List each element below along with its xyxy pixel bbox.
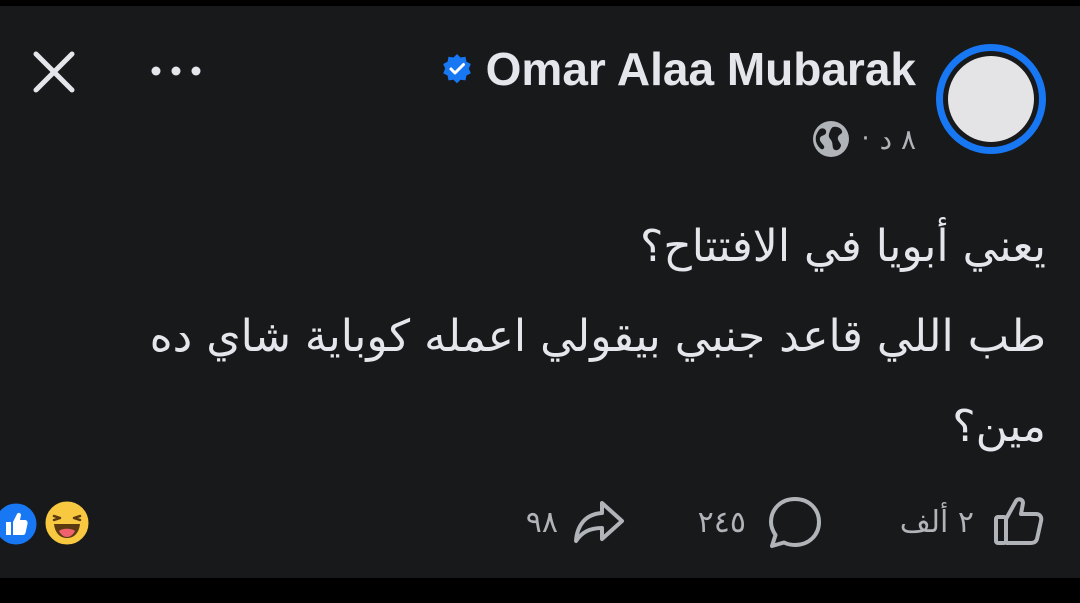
meta-separator: · [861,124,870,154]
like-button[interactable]: ٢ ألف [900,486,1048,558]
comment-icon [769,497,821,548]
author-row: Omar Alaa Mubarak [440,34,916,104]
close-icon[interactable] [26,44,82,100]
post-timestamp[interactable]: ٨ د [880,123,916,156]
post-text-line: مين؟ [952,401,1046,452]
author-name[interactable]: Omar Alaa Mubarak [486,42,916,96]
more-horizontal-icon[interactable] [146,51,206,91]
post-text-line: يعني أبويا في الافتتاح؟ [639,221,1046,272]
comment-count: ٢٤٥ [697,504,746,540]
comment-button[interactable]: ٢٤٥ [698,486,824,558]
like-count: ٢ ألف [899,504,974,540]
avatar[interactable] [936,44,1046,154]
share-icon [574,501,624,543]
share-button[interactable]: ٩٨ [526,486,628,558]
post-text: يعني أبويا في الافتتاح؟ طب اللي قاعد جنب… [46,202,1046,472]
like-reaction-icon [0,500,40,548]
verified-badge-icon [442,54,471,84]
avatar-photo [948,56,1034,142]
post-meta: · ٨ د [811,116,916,162]
reaction-summary[interactable] [0,496,100,552]
globe-icon[interactable] [811,119,851,159]
share-count: ٩٨ [525,504,558,540]
thumbs-up-icon [994,497,1044,545]
haha-reaction-icon [42,498,92,548]
post-text-line: طب اللي قاعد جنبي بيقولي اعمله كوباية شا… [149,311,1046,362]
post-card: Omar Alaa Mubarak · ٨ د يعني أبويا في ال… [0,6,1080,578]
